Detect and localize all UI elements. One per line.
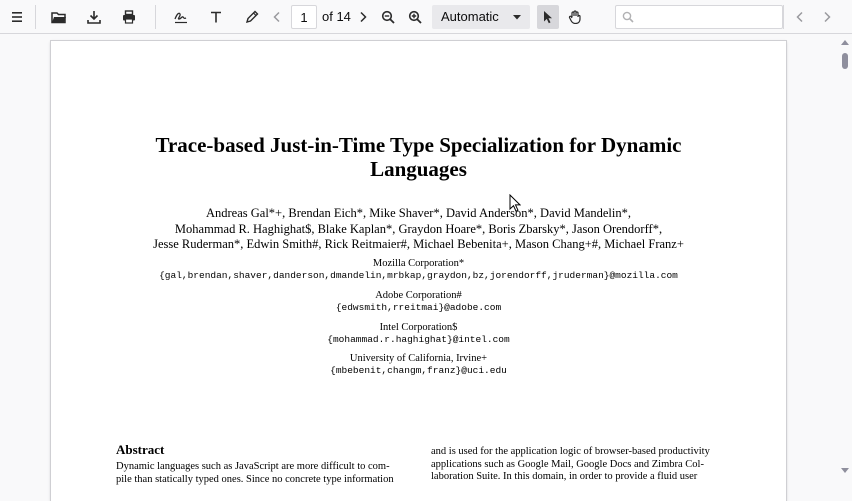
affiliation-name: Mozilla Corporation*: [372, 258, 465, 269]
open-file-button[interactable]: [47, 5, 71, 29]
mouse-cursor-icon: [509, 194, 521, 212]
affiliation-name: Intel Corporation$: [379, 322, 458, 333]
zoom-select[interactable]: Automatic: [432, 5, 530, 29]
chevron-down-icon: [513, 15, 521, 20]
find-next-button[interactable]: [817, 5, 837, 29]
pdf-toolbar: 1 of 14 Automatic: [0, 0, 852, 34]
text-icon: [211, 11, 221, 23]
right-column-text: and is used for the application logic of…: [431, 446, 721, 484]
pencil-icon: [245, 10, 259, 24]
chevron-right-icon: [824, 11, 831, 23]
find-previous-button[interactable]: [790, 5, 810, 29]
affiliation-emails: {mbebenit,changm,franz}@uci.edu: [330, 365, 507, 376]
open-folder-icon: [51, 12, 66, 24]
print-button[interactable]: [117, 5, 141, 29]
scroll-up-arrow-icon[interactable]: [841, 39, 849, 46]
chevron-left-icon: [796, 11, 803, 23]
previous-page-button[interactable]: [268, 5, 286, 29]
abstract-heading: Abstract: [116, 442, 165, 457]
signature-button[interactable]: [169, 5, 193, 29]
pdf-page: Trace-based Just-in-Time Type Specializa…: [51, 41, 786, 501]
author-list: Andreas Gal*+, Brendan Eich*, Mike Shave…: [51, 206, 786, 253]
sidebar-toggle-button[interactable]: [6, 5, 28, 29]
vertical-scrollbar[interactable]: [838, 34, 852, 480]
find-input-container[interactable]: [615, 5, 783, 29]
cursor-arrow-icon: [544, 11, 552, 24]
find-input[interactable]: [640, 8, 778, 26]
zoom-out-icon: [381, 10, 395, 24]
affiliation-emails: {gal,brendan,shaver,danderson,dmandelin,…: [159, 270, 678, 281]
toolbar-separator: [155, 5, 156, 29]
paper-title: Trace-based Just-in-Time Type Specializa…: [51, 133, 786, 181]
body-line: and is used for the application logic of…: [431, 446, 710, 457]
draw-tool-button[interactable]: [240, 5, 264, 29]
author-line: Mohammad R. Haghighat$, Blake Kaplan*, G…: [174, 221, 663, 236]
select-tool-button[interactable]: [537, 5, 559, 29]
document-viewer[interactable]: Trace-based Just-in-Time Type Specializa…: [0, 34, 852, 501]
body-line: laboration Suite. In this domain, in ord…: [431, 471, 698, 482]
body-line: applications such as Google Mail, Google…: [431, 458, 704, 470]
download-icon: [87, 11, 101, 24]
text-tool-button[interactable]: [204, 5, 228, 29]
toolbar-separator: [35, 5, 36, 29]
abstract-line: Dynamic languages such as JavaScript are…: [116, 461, 390, 472]
hand-icon: [568, 10, 581, 24]
page-number-input[interactable]: 1: [291, 5, 317, 29]
zoom-in-button[interactable]: [405, 5, 425, 29]
scrollbar-thumb[interactable]: [842, 53, 848, 69]
print-icon: [123, 10, 135, 24]
page-count-label: of 14: [322, 9, 351, 24]
scroll-down-arrow-icon[interactable]: [841, 467, 849, 474]
download-button[interactable]: [82, 5, 106, 29]
abstract-text: Dynamic languages such as JavaScript are…: [116, 461, 406, 486]
paper-title-line: Languages: [370, 157, 467, 181]
affiliation-name: Adobe Corporation#: [375, 290, 462, 301]
next-page-button[interactable]: [354, 5, 372, 29]
affiliation-name: University of California, Irvine+: [349, 353, 488, 364]
affiliation-emails: {edwsmith,rreitmai}@adobe.com: [335, 302, 502, 313]
author-line: Jesse Ruderman*, Edwin Smith#, Rick Reit…: [153, 237, 684, 251]
zoom-in-icon: [408, 10, 422, 24]
author-line: Andreas Gal*+, Brendan Eich*, Mike Shave…: [205, 206, 631, 220]
zoom-select-value: Automatic: [441, 9, 499, 24]
zoom-out-button[interactable]: [378, 5, 398, 29]
sidebar-toggle-icon: [12, 12, 22, 22]
toolbar-separator: [783, 5, 784, 29]
affiliation-emails: {mohammad.r.haghighat}@intel.com: [327, 334, 510, 345]
chevron-right-icon: [360, 11, 367, 23]
chevron-left-icon: [273, 11, 280, 23]
signature-icon: [174, 12, 187, 24]
paper-title-line: Trace-based Just-in-Time Type Specializa…: [155, 133, 682, 157]
hand-tool-button[interactable]: [564, 5, 586, 29]
search-icon: [622, 11, 634, 23]
